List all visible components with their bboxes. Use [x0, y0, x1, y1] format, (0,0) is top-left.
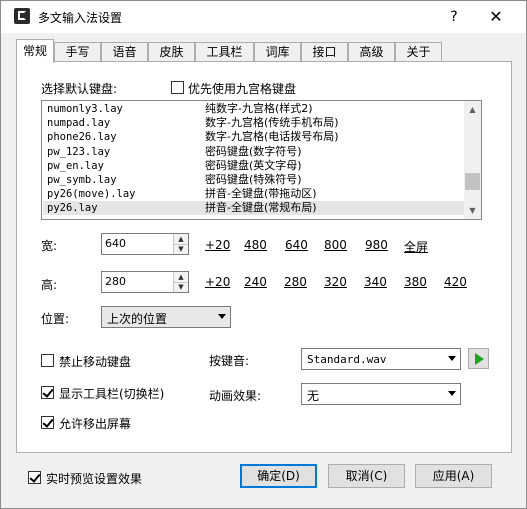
key-sound-value: Standard.wav [307, 353, 387, 366]
list-item-desc: 拼音-全键盘(带拖动区) [205, 187, 317, 201]
list-item-file: pw_123.lay [47, 145, 111, 158]
scroll-up-icon[interactable]: ▲ [464, 101, 481, 118]
disable-move-checkbox[interactable] [41, 354, 54, 367]
list-item[interactable]: phone26.lay 数字-九宫格(电话拨号布局) [43, 130, 464, 144]
show-toolbar-label: 显示工具栏(切换栏) [59, 387, 165, 401]
keyboard-list-scrollbar[interactable]: ▲ ▼ [464, 101, 481, 219]
width-preset-link[interactable]: +20 [205, 238, 230, 252]
list-item-file: pw_en.lay [47, 159, 104, 172]
apply-button[interactable]: 应用(A) [415, 464, 492, 488]
list-item-file: numonly3.lay [47, 103, 123, 115]
width-preset-link[interactable]: 全屏 [404, 238, 428, 255]
help-button[interactable]: ? [441, 3, 467, 31]
list-item-file: pw_symb.lay [47, 174, 117, 186]
list-item-desc: 密码键盘(特殊符号) [205, 173, 302, 186]
height-value: 280 [105, 275, 126, 288]
list-item[interactable]: py26(move).lay 拼音-全键盘(带拖动区) [43, 187, 464, 201]
list-item-file: py26(move).lay [47, 188, 136, 201]
chevron-down-icon [218, 314, 226, 319]
window-title: 多文输入法设置 [38, 11, 123, 25]
title-bar: 多文输入法设置 ? ✕ [1, 1, 526, 33]
close-button[interactable]: ✕ [479, 3, 513, 31]
disable-move-label: 禁止移动键盘 [59, 355, 132, 369]
width-preset-link[interactable]: 480 [244, 238, 267, 252]
scroll-thumb[interactable] [465, 173, 480, 190]
list-item[interactable]: numpad.lay 数字-九宫格(传统手机布局) [43, 116, 464, 130]
height-preset-link[interactable]: 280 [284, 275, 307, 289]
list-item-desc: 数字-九宫格(电话拨号布局) [205, 130, 339, 144]
height-preset-link[interactable]: 320 [324, 275, 347, 289]
ok-button[interactable]: 确定(D) [240, 464, 317, 488]
animation-label: 动画效果: [209, 389, 262, 403]
animation-dropdown[interactable]: 无 [301, 383, 461, 405]
width-value: 640 [105, 237, 126, 250]
cancel-button[interactable]: 取消(C) [328, 464, 405, 488]
height-preset-link[interactable]: 240 [244, 275, 267, 289]
position-label: 位置: [41, 312, 70, 326]
height-preset-link[interactable]: +20 [205, 275, 230, 289]
position-value: 上次的位置 [107, 312, 168, 326]
height-spin-buttons: ▲ ▼ [173, 272, 188, 292]
nine-grid-label: 优先使用九宫格键盘 [188, 82, 297, 96]
height-preset-link[interactable]: 420 [444, 275, 467, 289]
scroll-down-icon[interactable]: ▼ [464, 202, 481, 219]
list-item-desc: 数字-九宫格(传统手机布局) [205, 116, 339, 130]
allow-offscreen-checkbox[interactable] [41, 416, 54, 429]
animation-value: 无 [307, 389, 320, 403]
list-item-desc: 密码键盘(英文字母) [205, 158, 302, 172]
height-preset-link[interactable]: 380 [404, 275, 427, 289]
tab-2[interactable]: 语音 [101, 42, 148, 61]
tab-5[interactable]: 词库 [254, 42, 301, 61]
keyboard-select-label: 选择默认键盘: [41, 82, 118, 96]
height-preset-link[interactable]: 340 [364, 275, 387, 289]
list-item-file: numpad.lay [47, 117, 111, 130]
settings-window: 多文输入法设置 ? ✕ 常规 手写 语音 皮肤 工具栏 词库 接口 高级 关于 选择默认键盘: … [0, 0, 527, 509]
chevron-down-icon [448, 391, 456, 396]
tab-8[interactable]: 关于 [395, 42, 442, 61]
allow-offscreen-label: 允许移出屏幕 [59, 417, 132, 431]
tab-7[interactable]: 高级 [348, 42, 395, 61]
width-preset-link[interactable]: 980 [365, 238, 388, 252]
show-toolbar-checkbox[interactable] [41, 386, 54, 399]
list-item[interactable]: numonly3.lay 纯数字-九宫格(样式2) [43, 102, 464, 116]
width-spin-buttons: ▲ ▼ [173, 234, 188, 254]
nine-grid-checkbox[interactable] [171, 81, 184, 94]
tab-6[interactable]: 接口 [301, 42, 348, 61]
list-item[interactable]: pw_en.lay 密码键盘(英文字母) [43, 159, 464, 173]
list-item-file: py26.lay [47, 202, 98, 215]
width-spinner[interactable]: 640 ▲ ▼ [101, 233, 189, 255]
list-item[interactable]: py26.lay 拼音-全键盘(常规布局) [43, 201, 464, 216]
app-icon [14, 8, 30, 24]
list-item-desc: 拼音-全键盘(常规布局) [205, 201, 317, 215]
height-spinner[interactable]: 280 ▲ ▼ [101, 271, 189, 293]
list-item-desc: 密码键盘(数字符号) [205, 144, 302, 158]
width-preset-link[interactable]: 640 [285, 238, 308, 252]
height-decrease-icon[interactable]: ▼ [174, 282, 188, 292]
list-item-desc: 纯数字-九宫格(样式2) [205, 102, 313, 115]
keyboard-list[interactable]: numonly3.lay 纯数字-九宫格(样式2) numpad.lay 数字-九宫格… [41, 100, 482, 220]
list-item-file: phone26.lay [47, 131, 117, 144]
tab-1[interactable]: 手写 [54, 42, 101, 61]
tab-4[interactable]: 工具栏 [195, 42, 254, 61]
width-decrease-icon[interactable]: ▼ [174, 244, 188, 254]
live-preview-label: 实时预览设置效果 [46, 472, 143, 486]
list-item[interactable]: pw_symb.lay 密码键盘(特殊符号) [43, 173, 464, 187]
key-sound-dropdown[interactable]: Standard.wav [301, 348, 461, 370]
height-label: 高: [41, 278, 58, 292]
width-label: 宽: [41, 239, 58, 253]
list-item[interactable]: pw_123.lay 密码键盘(数字符号) [43, 145, 464, 159]
tab-3[interactable]: 皮肤 [148, 42, 195, 61]
position-dropdown[interactable]: 上次的位置 [101, 306, 231, 328]
tab-0[interactable]: 常规 [16, 39, 54, 63]
live-preview-checkbox[interactable] [28, 471, 41, 484]
key-sound-label: 按键音: [209, 354, 250, 368]
play-sound-button[interactable] [468, 348, 489, 369]
chevron-down-icon [448, 356, 456, 361]
width-preset-link[interactable]: 800 [324, 238, 347, 252]
